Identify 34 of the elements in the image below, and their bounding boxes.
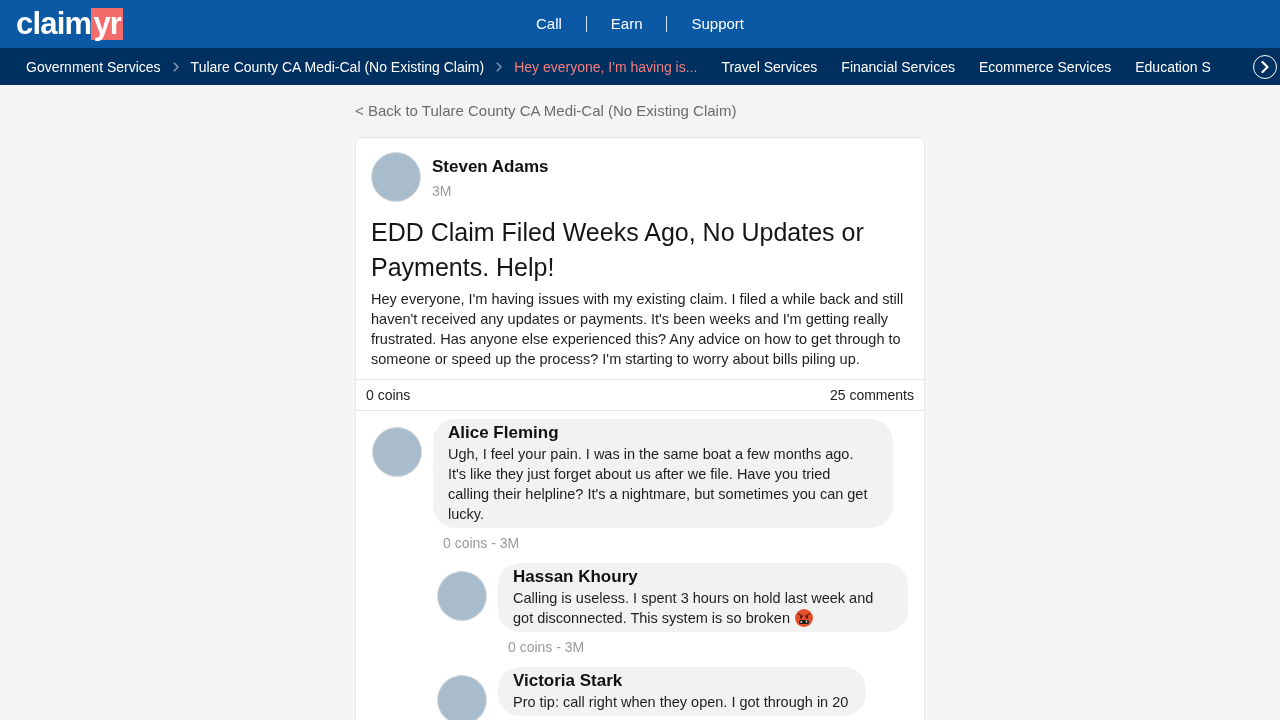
comment-meta: 0 coins - 3M: [508, 638, 585, 657]
post-age: 3M: [432, 182, 452, 201]
comment-count[interactable]: 25 comments: [829, 384, 914, 406]
nav-link[interactable]: Earn: [610, 14, 643, 34]
scroll-right-button[interactable]: [1253, 54, 1277, 79]
coin-count: 0 coins: [366, 385, 411, 405]
avatar: [372, 427, 422, 477]
breadcrumb-link[interactable]: Government Services: [26, 56, 161, 77]
author-name[interactable]: Alice Fleming: [448, 422, 559, 444]
comment-text: Ugh, I feel your pain. I was in the same boat a few months ago. It's like they just forget about us after we file. Have you tried calling their helpline? It's a nightmare, but sometimes you can get lucky.: [448, 446, 868, 522]
breadcrumb-link[interactable]: Hey everyone, I'm having is...: [514, 56, 698, 77]
post-body: Hey everyone, I'm having issues with my existing claim. I filed a while back and still haven't received any updates or payments. It's been weeks and I'm getting really frustrated. Has anyone else experienced this? Any advice on how to get through to someone or speed up the process? I'm starting to worry about bills piling up.: [371, 290, 905, 369]
chevron-icon: [172, 61, 179, 72]
chevron-icon: [496, 61, 503, 72]
avatar: [437, 571, 487, 621]
author-name[interactable]: Hassan Khoury: [513, 566, 638, 588]
back-link[interactable]: < Back to Tulare County CA Medi-Cal (No Existing Claim): [355, 101, 737, 121]
avatar: [437, 675, 487, 720]
category-link[interactable]: Travel Services: [721, 56, 818, 77]
chevron-right-icon: [1261, 60, 1269, 73]
post-title: EDD Claim Filed Weeks Ago, No Updates or Payments. Help!: [371, 217, 865, 283]
comment-text: Pro tip: call right when they open. I got through in 20: [513, 694, 849, 710]
author-name[interactable]: Victoria Stark: [513, 670, 623, 692]
avatar: [371, 152, 421, 202]
comment-text: Calling is useless. I spent 3 hours on hold last week and got disconnected. This system is so broken: [513, 590, 874, 626]
category-link[interactable]: Financial Services: [841, 56, 955, 77]
comment-meta: 0 coins - 3M: [443, 534, 520, 553]
nav-link[interactable]: Call: [535, 14, 562, 34]
category-link[interactable]: Ecommerce Services: [978, 56, 1112, 77]
author-name[interactable]: Steven Adams: [432, 156, 549, 178]
logo-text[interactable]: claim: [16, 8, 92, 40]
category-link[interactable]: Education S: [1135, 56, 1211, 77]
breadcrumb-link[interactable]: Tulare County CA Medi-Cal (No Existing Claim): [190, 56, 485, 77]
nav-link[interactable]: Support: [691, 14, 745, 34]
